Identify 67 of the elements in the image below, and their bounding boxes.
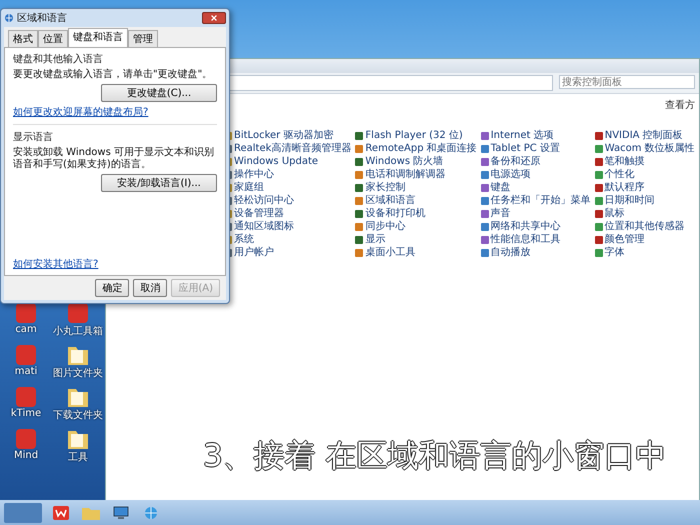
control-panel-item[interactable]: 任务栏和「开始」菜单: [480, 195, 591, 207]
control-panel-item[interactable]: 桌面小工具: [355, 247, 477, 259]
app-icon[interactable]: [66, 302, 90, 324]
desktop-icon-label[interactable]: 工具: [68, 450, 88, 464]
control-panel-item[interactable]: NVIDIA 控制面板: [594, 130, 695, 142]
help-link[interactable]: 如何更改欢迎屏幕的键盘布局?: [13, 105, 217, 119]
dialog-button[interactable]: 取消: [133, 279, 168, 297]
install-languages-button[interactable]: 安装/卸载语言(I)...: [101, 174, 217, 192]
control-panel-item[interactable]: Windows 防火墙: [355, 156, 477, 168]
control-panel-item[interactable]: 自动播放: [480, 247, 591, 259]
desktop-icon-label[interactable]: 小丸工具箱: [53, 324, 103, 338]
control-panel-item[interactable]: 默认程序: [594, 182, 695, 194]
tab[interactable]: 位置: [38, 30, 68, 47]
control-panel-item[interactable]: 笔和触摸: [594, 156, 695, 168]
desktop-icon-label[interactable]: Mind: [14, 450, 38, 461]
control-panel-item[interactable]: 鼠标: [594, 208, 695, 220]
group-heading: 显示语言: [13, 130, 54, 144]
desktop-icon-label[interactable]: 图片文件夹: [53, 366, 103, 380]
group-heading: 键盘和其他输入语言: [13, 52, 104, 66]
control-panel-item[interactable]: Wacom 数位板属性: [594, 143, 695, 155]
description-text: 安装或卸载 Windows 可用于显示文本和识别语音和手写(如果支持)的语言。: [13, 147, 215, 171]
globe-icon: [4, 13, 14, 23]
window-title: 区域和语言: [17, 12, 68, 25]
desktop-icon-label[interactable]: mati: [14, 366, 38, 377]
control-panel-item[interactable]: 性能信息和工具: [480, 234, 591, 246]
dialog-button[interactable]: 确定: [95, 279, 130, 297]
help-link[interactable]: 如何安装其他语言?: [13, 257, 217, 271]
control-panel-item[interactable]: 日期和时间: [594, 195, 695, 207]
control-panel-item[interactable]: 家长控制: [355, 182, 477, 194]
app-icon[interactable]: [14, 302, 38, 324]
tab[interactable]: 格式: [8, 30, 38, 47]
desktop-icon-label[interactable]: kTime: [10, 408, 42, 419]
view-by-label: 查看方: [665, 98, 695, 112]
close-button[interactable]: [202, 12, 226, 24]
search-field[interactable]: 搜索控制面板: [559, 75, 695, 89]
computer-icon[interactable]: [111, 504, 131, 520]
desktop-icon-label[interactable]: cam: [15, 324, 37, 335]
control-panel-item[interactable]: Tablet PC 设置: [480, 143, 591, 155]
control-panel-item[interactable]: 位置和其他传感器: [594, 221, 695, 233]
control-panel-item[interactable]: RemoteApp 和桌面连接: [355, 143, 477, 155]
control-panel-item[interactable]: 同步中心: [355, 221, 477, 233]
control-panel-item[interactable]: 网络和共享中心: [480, 221, 591, 233]
control-panel-item[interactable]: Internet 选项: [480, 130, 591, 142]
control-panel-item[interactable]: 个性化: [594, 169, 695, 181]
folder-icon[interactable]: [66, 386, 90, 408]
control-panel-item[interactable]: 设备和打印机: [355, 208, 477, 220]
control-panel-item[interactable]: 显示: [355, 234, 477, 246]
control-panel-item[interactable]: 颜色管理: [594, 234, 695, 246]
tab[interactable]: 管理: [128, 30, 158, 47]
change-keyboard-button[interactable]: 更改键盘(C)...: [101, 84, 217, 102]
desktop-icon-label[interactable]: 下载文件夹: [53, 408, 103, 422]
control-panel-item[interactable]: 声音: [480, 208, 591, 220]
control-panel-item[interactable]: 字体: [594, 247, 695, 259]
start-button[interactable]: [4, 502, 42, 522]
video-subtitle: 3、接着 在区域和语言的小窗口中: [203, 437, 667, 476]
instruction-text: 要更改键盘或输入语言，请单击"更改键盘"。: [13, 69, 214, 81]
folder-icon[interactable]: [66, 344, 90, 366]
control-panel-item[interactable]: 电源选项: [480, 169, 591, 181]
control-panel-item[interactable]: 键盘: [480, 182, 591, 194]
tab[interactable]: 键盘和语言: [68, 28, 128, 47]
control-panel-item[interactable]: 电话和调制解调器: [355, 169, 477, 181]
folder-icon[interactable]: [66, 428, 90, 450]
control-panel-item[interactable]: Flash Player (32 位): [355, 130, 477, 142]
control-panel-item[interactable]: 备份和还原: [480, 156, 591, 168]
close-icon: [210, 14, 218, 22]
control-panel-item[interactable]: 区域和语言: [355, 195, 477, 207]
office-app-icon[interactable]: [51, 504, 71, 520]
